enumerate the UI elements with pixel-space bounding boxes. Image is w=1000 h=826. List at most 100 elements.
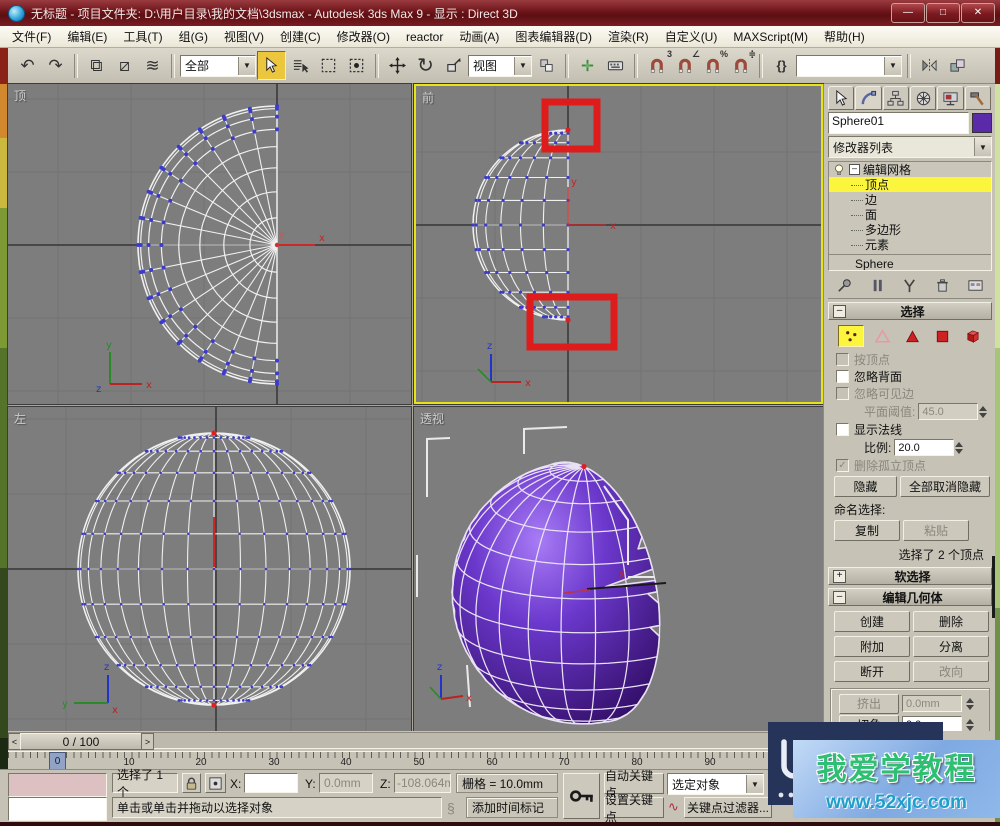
select-and-link-icon[interactable]: ⧉	[83, 52, 110, 79]
selection-lock-toggle[interactable]	[182, 773, 201, 793]
hide-button[interactable]: 隐藏	[834, 476, 897, 497]
bind-to-space-warp-icon[interactable]: ≋	[139, 52, 166, 79]
viewport-perspective-label[interactable]: 透视	[420, 410, 444, 427]
expand-icon[interactable]: +	[833, 570, 846, 583]
y-coordinate-field[interactable]: 0.0mm	[319, 773, 373, 793]
modifier-list-dropdown[interactable]: 修改器列表 ▼	[828, 136, 992, 158]
menu-customize[interactable]: 自定义(U)	[657, 26, 726, 47]
normals-scale-spinner[interactable]	[955, 442, 963, 454]
select-and-manipulate-button[interactable]	[574, 52, 601, 79]
menu-animation[interactable]: 动画(A)	[451, 26, 507, 47]
element-mode-button[interactable]	[960, 326, 984, 346]
set-key-mode-button[interactable]	[563, 773, 600, 819]
maximize-button[interactable]: □	[926, 3, 960, 23]
menu-create[interactable]: 创建(C)	[272, 26, 329, 47]
viewport-perspective[interactable]: 透视 xzx	[414, 407, 823, 731]
mirror-button[interactable]	[916, 52, 943, 79]
collapse-icon[interactable]: –	[833, 591, 846, 604]
align-button[interactable]	[944, 52, 971, 79]
viewport-front-label[interactable]: 前	[422, 89, 434, 106]
keyboard-shortcut-override-toggle[interactable]	[602, 52, 629, 79]
selection-rollout-header[interactable]: – 选择	[828, 302, 992, 320]
rectangular-selection-region-button[interactable]	[315, 52, 342, 79]
named-selection-sets-dropdown[interactable]: ▼	[796, 55, 902, 77]
set-key-button[interactable]: 设置关键点	[604, 797, 664, 818]
copy-button[interactable]: 复制	[834, 520, 900, 541]
stack-row-face[interactable]: 面	[829, 207, 991, 222]
viewport-front-canvas[interactable]: yxzx	[416, 86, 821, 402]
object-color-swatch[interactable]	[972, 113, 992, 133]
select-by-name-button[interactable]	[287, 52, 314, 79]
viewport-left[interactable]: 左 zyx	[8, 407, 411, 731]
panel-scrollbar[interactable]	[992, 556, 995, 618]
extrude-button[interactable]: 挤出	[839, 694, 899, 714]
menu-tools[interactable]: 工具(T)	[115, 26, 170, 47]
time-slider-handle[interactable]: 0 / 100	[20, 733, 142, 750]
dropdown-arrow-icon[interactable]: ▼	[884, 57, 901, 75]
normals-scale-field[interactable]: 20.0	[894, 439, 954, 456]
polygon-mode-button[interactable]	[930, 326, 954, 346]
paste-button[interactable]: 粘贴	[903, 520, 969, 541]
close-button[interactable]: ✕	[961, 3, 995, 23]
menu-graph-editors[interactable]: 图表编辑器(D)	[507, 26, 600, 47]
object-name-field[interactable]: Sphere01	[828, 112, 969, 134]
viewport-top-label[interactable]: 顶	[14, 87, 26, 104]
modify-tab-icon[interactable]	[855, 86, 881, 110]
viewport-front-active[interactable]: 前 yxzx	[414, 84, 823, 404]
face-mode-button[interactable]	[900, 326, 924, 346]
ignore-visible-edges-checkbox[interactable]	[836, 387, 849, 400]
stack-row-edge[interactable]: 边	[829, 192, 991, 207]
menu-file[interactable]: 文件(F)	[4, 26, 59, 47]
maxscript-listener-output[interactable]	[8, 773, 107, 797]
maxscript-listener-input[interactable]	[8, 797, 107, 821]
turn-button[interactable]: 改向	[913, 661, 989, 682]
menu-maxscript[interactable]: MAXScript(M)	[725, 28, 816, 46]
select-object-button[interactable]	[257, 51, 286, 80]
select-and-rotate-button[interactable]: ↻	[412, 52, 439, 79]
undo-icon[interactable]: ↶	[14, 52, 41, 79]
pin-stack-icon[interactable]	[836, 277, 853, 294]
dropdown-arrow-icon[interactable]: ▼	[514, 57, 531, 75]
redo-icon[interactable]: ↷	[42, 52, 69, 79]
percent-snap-toggle[interactable]: %	[699, 52, 726, 79]
by-vertex-checkbox[interactable]	[836, 353, 849, 366]
select-and-move-button[interactable]	[384, 52, 411, 79]
dropdown-arrow-icon[interactable]: ▼	[746, 775, 763, 793]
ignore-backfacing-checkbox[interactable]	[836, 370, 849, 383]
dropdown-arrow-icon[interactable]: ▼	[974, 138, 991, 156]
planar-threshold-field[interactable]: 45.0	[918, 403, 978, 420]
create-tab-icon[interactable]	[828, 86, 854, 110]
spinner-snap-toggle[interactable]: ≑	[727, 52, 754, 79]
break-button[interactable]: 断开	[834, 661, 910, 682]
menu-edit[interactable]: 编辑(E)	[59, 26, 115, 47]
window-crossing-toggle[interactable]	[343, 52, 370, 79]
extrude-spinner[interactable]	[966, 698, 974, 710]
motion-tab-icon[interactable]	[910, 86, 936, 110]
collapse-icon[interactable]: –	[833, 305, 846, 318]
edit-geometry-rollout-header[interactable]: – 编辑几何体	[828, 588, 992, 606]
edge-mode-button[interactable]	[870, 326, 894, 346]
edit-named-selection-sets-button[interactable]: {}	[768, 52, 795, 79]
stack-row-element[interactable]: 元素	[829, 237, 991, 252]
unlink-selection-icon[interactable]: ⧄	[111, 52, 138, 79]
create-button[interactable]: 创建	[834, 611, 910, 632]
chamfer-spinner[interactable]	[966, 719, 974, 731]
utilities-tab-icon[interactable]	[965, 86, 991, 110]
extrude-field[interactable]: 0.0mm	[902, 695, 962, 712]
reference-coordinate-dropdown[interactable]: 视图 ▼	[468, 55, 532, 77]
z-coordinate-field[interactable]: -108.064m	[394, 773, 451, 793]
show-end-result-icon[interactable]	[869, 277, 886, 294]
stack-row-edit-mesh[interactable]: – 编辑网格	[829, 162, 991, 177]
menu-group[interactable]: 组(G)	[171, 26, 216, 47]
unhide-all-button[interactable]: 全部取消隐藏	[900, 476, 990, 497]
remove-modifier-icon[interactable]	[934, 277, 951, 294]
viewport-top-canvas[interactable]: xyyzx	[8, 84, 411, 404]
delete-isolated-vertices-checkbox[interactable]: ✓	[836, 459, 849, 472]
configure-modifier-sets-icon[interactable]	[967, 277, 984, 294]
display-tab-icon[interactable]	[937, 86, 963, 110]
stack-row-polygon[interactable]: 多边形	[829, 222, 991, 237]
attach-button[interactable]: 附加	[834, 636, 910, 657]
stack-row-sphere-base[interactable]: Sphere	[829, 254, 991, 271]
next-frame-button[interactable]: >	[141, 733, 154, 750]
detach-button[interactable]: 分离	[913, 636, 989, 657]
